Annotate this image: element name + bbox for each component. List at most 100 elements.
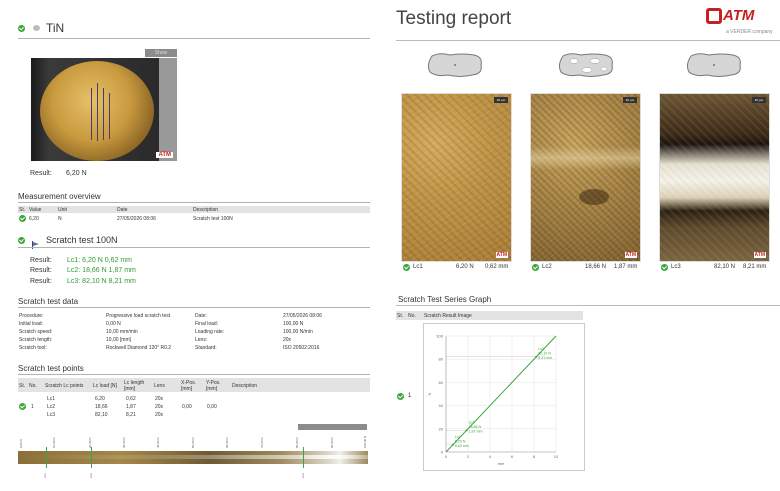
micro-load: 6,20 N (456, 264, 474, 270)
micro-image-lc2: 20 µm ATM (530, 93, 641, 262)
graph-header-st: St. (397, 313, 404, 319)
scratch-chart: 0 20 40 60 80 100 0 2 4 6 8 10 mm N Lc1 6,20 N 0,62 mm Lc… (423, 323, 585, 471)
annotation-label: 8,21 mm (538, 356, 552, 360)
left-page: TiN Show ATM Result: 6,20 N Measurement … (0, 0, 375, 491)
result-label: Result: (30, 170, 52, 177)
x-tick-label: 2 (467, 454, 470, 459)
point-lc: Lc1 (47, 396, 56, 402)
point-lens: 20x (155, 404, 164, 410)
sample-photo: ATM (31, 58, 177, 161)
micro-lc-label: Lc1 (413, 264, 423, 270)
overview-unit: N (58, 216, 62, 222)
point-lens: 20x (155, 412, 164, 418)
data-key: Loading rate: (195, 329, 225, 335)
data-key: Initial load: (19, 321, 43, 327)
graph-header-image: Scratch Result Image (424, 313, 472, 319)
overview-header-st: St. (19, 207, 26, 213)
scratch-test-icon (32, 236, 39, 249)
data-title: Scratch test data (18, 297, 79, 306)
points-header-y: Y-Pos. [mm] (206, 380, 221, 392)
brand-logo: ATM a VERDER company (706, 7, 778, 38)
report-title: Testing report (396, 8, 512, 29)
points-no: 1 (31, 404, 34, 410)
y-tick-label: 80 (439, 357, 444, 362)
graph-no: 1 (408, 393, 412, 399)
photo-view-button[interactable]: Show (145, 49, 177, 57)
scratch-result-label-1: Result: (30, 257, 52, 264)
annotation-marker (451, 443, 454, 446)
points-title: Scratch test points (18, 364, 84, 373)
scratch-result-label-2: Result: (30, 267, 52, 274)
points-header-lc: Scratch Lc points (45, 383, 84, 389)
data-key: Procedure: (19, 313, 44, 319)
micro-load: 18,66 N (585, 264, 607, 270)
sample-outline-2 (557, 52, 615, 78)
micro-length: 0,62 mm (485, 264, 509, 270)
points-header-length: Lc length [mm] (124, 380, 145, 392)
points-header-st: St. (19, 383, 26, 389)
graph-status-icon (397, 393, 404, 400)
overview-value: 6,20 (29, 216, 39, 222)
micro-lc-label: Lc2 (542, 264, 552, 270)
micro-lc-label: Lc3 (671, 264, 681, 270)
scratch-result-value-3: Lc3: 82,10 N 8,21 mm (67, 278, 136, 285)
micro-image-lc1: 20 µm ATM (401, 93, 512, 262)
sample-outline-3 (685, 52, 743, 78)
data-key: Date: (195, 313, 207, 319)
data-key: Scratch speed: (19, 329, 53, 335)
data-key: Scratch length: (19, 337, 53, 343)
data-key: Scratch tool: (19, 345, 47, 351)
annotation-label: 1,87 mm (469, 429, 483, 433)
right-page: Testing report ATM a VERDER company 20 µ… (386, 0, 780, 491)
photo-logo: ATM (156, 152, 173, 158)
scratch-title: Scratch test 100N (46, 235, 118, 245)
data-value: 10,00 mm/min (106, 329, 138, 335)
micro-status-icon-3 (661, 264, 668, 271)
overview-date: 27/05/2026 08:06 (117, 216, 156, 222)
data-value: Progressive load scratch test (106, 313, 171, 319)
overview-title: Measurement overview (18, 192, 101, 201)
annotation-label: Lc1 (455, 435, 461, 439)
chart-svg: 0 20 40 60 80 100 0 2 4 6 8 10 mm N Lc16,20 N0,62 mm Lc… (427, 334, 559, 467)
coating-title: TiN (46, 21, 65, 35)
overview-header-date: Date (117, 207, 128, 213)
point-lc: Lc3 (47, 412, 56, 418)
point-lens: 20x (155, 396, 164, 402)
scratch-result-value-2: Lc2: 18,66 N 1,87 mm (67, 267, 136, 274)
micro-image-lc3: 20 µm ATM (659, 93, 770, 262)
graph-title: Scratch Test Series Graph (398, 295, 492, 304)
y-tick-label: 100 (436, 334, 443, 339)
point-length: 0,62 (126, 396, 136, 402)
micro-length: 8,21 mm (743, 264, 767, 270)
point-lc: Lc2 (47, 404, 56, 410)
x-tick-label: 0 (445, 454, 448, 459)
data-key: Final load: (195, 321, 219, 327)
annotation-marker (535, 355, 538, 358)
scratch-result-label-3: Result: (30, 278, 52, 285)
data-value: 100,00 N/min (283, 329, 313, 335)
point-length: 1,87 (126, 404, 136, 410)
micro-status-icon-1 (403, 264, 410, 271)
panorama-view-button[interactable] (298, 424, 367, 430)
annotation-label: Lc3 (538, 347, 544, 351)
y-tick-label: 20 (439, 426, 444, 431)
scratch-result-value-1: Lc1: 6,20 N 0,62 mm (67, 257, 132, 264)
x-axis-label: mm (498, 461, 505, 466)
annotation-label: Lc2 (469, 420, 475, 424)
points-header-no: No. (29, 383, 37, 389)
sample-outline-1 (426, 52, 484, 78)
x-tick-label: 8 (533, 454, 536, 459)
y-tick-label: 0 (441, 450, 444, 455)
graph-header-no: No. (408, 313, 416, 319)
scratch-status-icon (18, 237, 25, 244)
y-tick-label: 40 (439, 403, 444, 408)
data-value: Rockwell Diamond 120° R0.2 (106, 345, 172, 351)
annotation-label: 6,20 N (455, 439, 466, 443)
overview-header-description: Description (193, 207, 219, 213)
points-header-description: Description (232, 383, 258, 389)
points-header-x: X-Pos. [mm] (181, 380, 197, 392)
point-x: 0,00 (182, 404, 192, 410)
micro-status-icon-2 (532, 264, 539, 271)
data-value: 10,00 [mm] (106, 337, 132, 343)
data-value: 27/05/2026 08:06 (283, 313, 322, 319)
